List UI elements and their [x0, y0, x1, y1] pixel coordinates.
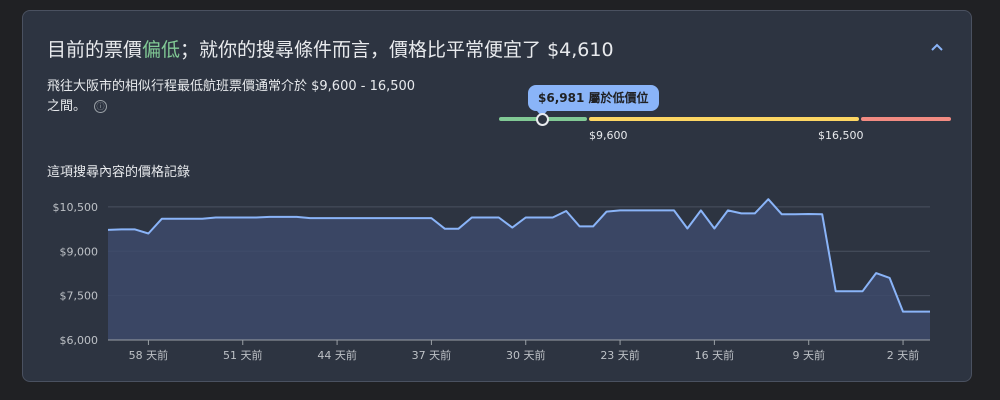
price-history-chart: $6,000 $7,500 $9,000 $10,500 58 天前 51 天前 44 天前…	[53, 198, 930, 362]
x-tick-label-3: 37 天前	[412, 348, 452, 362]
x-tick-label-4: 30 天前	[506, 348, 546, 362]
y-tick-label-1: $7,500	[60, 290, 99, 303]
x-tick-label-8: 2 天前	[887, 348, 920, 362]
x-tick-label-5: 23 天前	[600, 348, 640, 362]
y-tick-label-2: $9,000	[60, 245, 99, 258]
x-tick-label-2: 44 天前	[317, 348, 357, 362]
y-tick-label-0: $6,000	[60, 334, 99, 347]
x-tick-label-7: 9 天前	[792, 348, 825, 362]
y-tick-label-3: $10,500	[53, 201, 99, 214]
price-area-fill	[108, 199, 930, 340]
x-tick-label-6: 16 天前	[695, 348, 735, 362]
x-tick-label-0: 58 天前	[129, 348, 169, 362]
x-tick-label-1: 51 天前	[223, 348, 263, 362]
